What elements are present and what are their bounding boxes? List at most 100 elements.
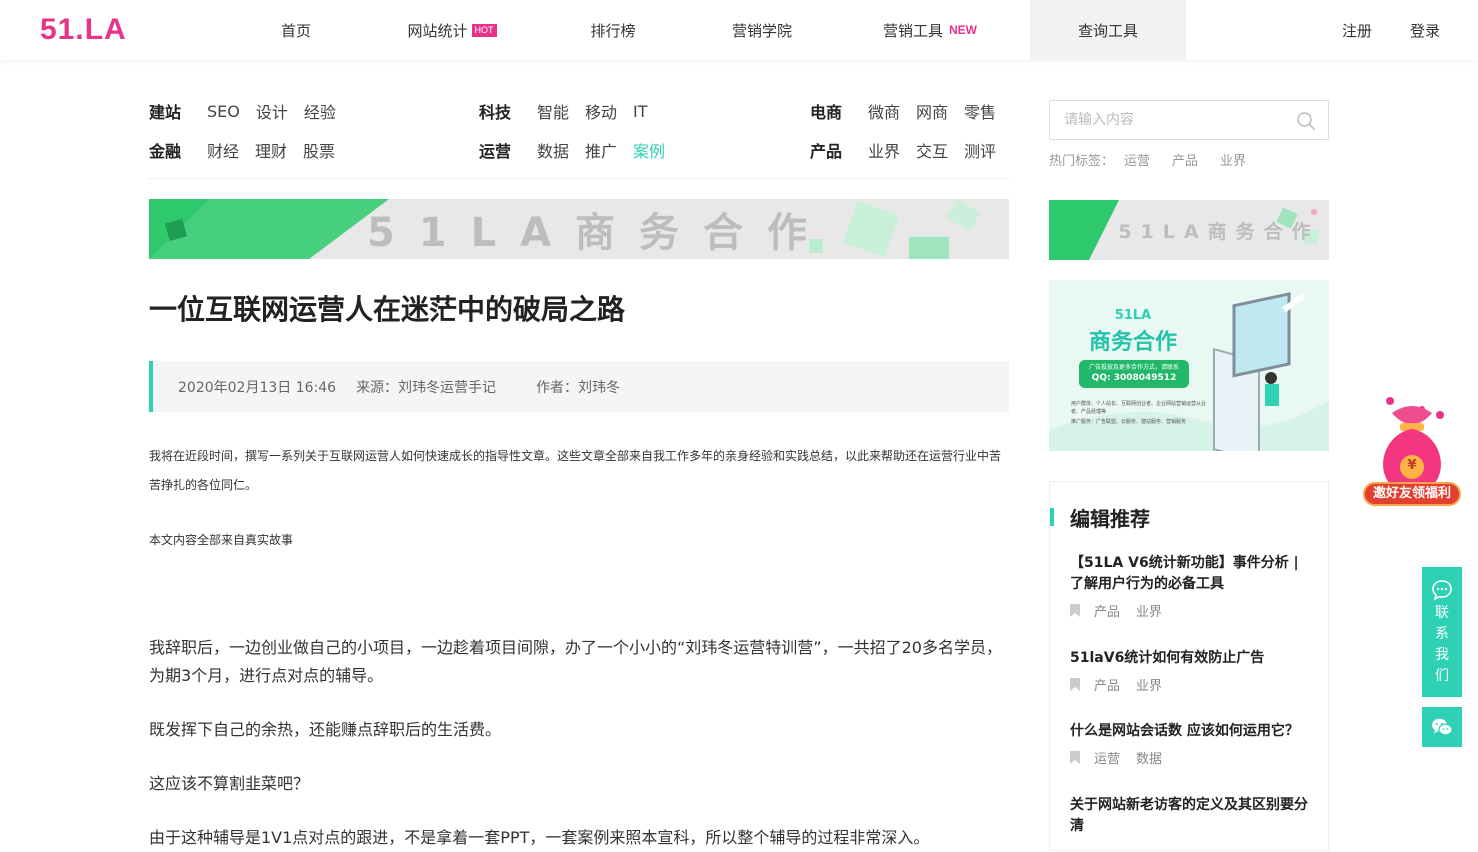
category-head[interactable]: 科技 [479, 99, 511, 123]
category-group-product: 产品 业界 交互 测评 [810, 138, 996, 162]
recommend-tag[interactable]: 业界 [1136, 601, 1162, 620]
category-head[interactable]: 金融 [149, 138, 181, 162]
recommend-tag[interactable]: 业界 [1136, 675, 1162, 694]
category-link[interactable]: 微商 [868, 99, 900, 123]
editor-recommend-box: 编辑推荐 【51LA V6统计新功能】事件分析 | 了解用户行为的必备工具 产品… [1049, 481, 1329, 851]
category-head[interactable]: 电商 [810, 99, 842, 123]
article-paragraph: 我辞职后，一边创业做自己的小项目，一边趁着项目间隙，办了一个小小的“刘玮冬运营特… [149, 638, 1002, 685]
nav-home[interactable]: 首页 [220, 0, 372, 60]
category-group-finance: 金融 财经 理财 股票 [149, 138, 351, 162]
category-link[interactable]: 测评 [964, 138, 996, 162]
recommend-tag[interactable]: 产品 [1094, 601, 1120, 620]
gift-label: 邀好友领福利 [1372, 486, 1451, 501]
article-paragraph: 由于这种辅导是1V1点对点的跟进，不是拿着一套PPT，一套案例来照本宣科，所以整… [149, 828, 930, 847]
category-group-tech: 科技 智能 移动 IT [479, 99, 664, 123]
business-cooperation-banner[interactable]: 51LA商务合作 [149, 199, 1009, 259]
category-group-build: 建站 SEO 设计 经验 [149, 99, 352, 123]
article-author: 作者：刘玮冬 [536, 379, 621, 396]
recommend-tags: 产品 业界 [1070, 675, 1315, 694]
article-paragraph: 这应该不算割韭菜吧？ [149, 774, 310, 793]
recommend-header: 编辑推荐 [1050, 506, 1150, 531]
nav-ranking[interactable]: 排行榜 [532, 0, 694, 60]
category-link[interactable]: 智能 [537, 99, 569, 123]
nav-site-stats[interactable]: 网站统计 HOT [372, 0, 532, 60]
new-badge: NEW [949, 23, 977, 37]
category-group-ecommerce: 电商 微商 网商 零售 [810, 99, 996, 123]
wechat-button[interactable] [1422, 707, 1462, 747]
category-link[interactable]: 经验 [304, 99, 336, 123]
category-link[interactable]: SEO [207, 102, 240, 121]
contact-char: 系 [1435, 626, 1449, 642]
wechat-icon [1432, 718, 1453, 736]
article-note: 本文内容全部来自真实故事 [149, 533, 294, 547]
ad-brand: 51LA [1114, 308, 1152, 323]
register-link[interactable]: 注册 [1342, 0, 1372, 60]
ad-audience: 用户群体：个人站长、互联网创业者、企业网站营销运营从业者、产品经理等 [1071, 401, 1207, 415]
recommend-item-title[interactable]: 51laV6统计如何有效防止广告 [1070, 648, 1315, 669]
bookmark-icon [1070, 604, 1080, 617]
recommend-tag[interactable]: 产品 [1094, 675, 1120, 694]
banner-text: 51LA商务合作 [366, 210, 832, 256]
recommend-item[interactable]: 51laV6统计如何有效防止广告 产品 业界 [1070, 648, 1315, 694]
category-link[interactable]: 交互 [916, 138, 948, 162]
category-link[interactable]: 理财 [255, 138, 287, 162]
category-head[interactable]: 产品 [810, 138, 842, 162]
nav-query-tools[interactable]: 查询工具 [1030, 0, 1186, 60]
hot-tag[interactable]: 运营 [1124, 150, 1150, 169]
banner-text: 51LA商务合作 [1118, 220, 1320, 243]
article-date: 2020年02月13日 16:46 [178, 379, 337, 396]
category-head[interactable]: 建站 [149, 99, 181, 123]
nav-marketing-tools[interactable]: 营销工具 NEW [830, 0, 1030, 60]
category-link[interactable]: 推广 [585, 138, 617, 162]
recommend-item-title[interactable]: 关于网站新老访客的定义及其区别要分清 [1070, 795, 1315, 837]
category-head[interactable]: 运营 [479, 138, 511, 162]
contact-us-button[interactable]: 联 系 我 们 [1422, 567, 1462, 697]
main-nav: 首页 网站统计 HOT 排行榜 营销学院 营销工具 NEW 查询工具 [220, 0, 1186, 60]
hot-tags: 热门标签： 运营 产品 业界 [1049, 150, 1268, 169]
category-link[interactable]: 财经 [207, 138, 239, 162]
category-link[interactable]: 零售 [964, 99, 996, 123]
ad-title: 商务合作 [1088, 330, 1177, 355]
site-logo[interactable]: 51.LA [40, 15, 127, 45]
category-link[interactable]: 移动 [585, 99, 617, 123]
hot-tag[interactable]: 业界 [1220, 150, 1246, 169]
recommend-tags: 产品 业界 [1070, 601, 1315, 620]
category-link[interactable]: 网商 [916, 99, 948, 123]
recommend-tags: 运营 数据 [1070, 748, 1315, 767]
gift-symbol: ¥ [1407, 458, 1417, 473]
accent-bar [1050, 508, 1054, 526]
category-link-active[interactable]: 案例 [633, 138, 665, 162]
recommend-item[interactable]: 【51LA V6统计新功能】事件分析 | 了解用户行为的必备工具 产品 业界 [1070, 553, 1315, 620]
article-intro: 我将在近段时间，撰写一系列关于互联网运营人如何快速成长的指导性文章。这些文章全部… [149, 449, 1002, 492]
search-input[interactable] [1064, 112, 1294, 128]
bookmark-icon [1070, 751, 1080, 764]
category-link[interactable]: 股票 [303, 138, 335, 162]
search-icon[interactable] [1296, 111, 1316, 131]
recommend-tag[interactable]: 数据 [1136, 748, 1162, 767]
invite-friends-gift[interactable]: ¥ 邀好友领福利 [1362, 395, 1462, 510]
category-nav: 建站 SEO 设计 经验 科技 智能 移动 IT 电商 微商 网商 零售 金融 … [149, 95, 1009, 179]
hot-tags-label: 热门标签： [1049, 154, 1115, 169]
category-link[interactable]: 数据 [537, 138, 569, 162]
contact-char: 我 [1435, 647, 1449, 663]
contact-char: 们 [1435, 668, 1449, 684]
hot-tag[interactable]: 产品 [1172, 150, 1198, 169]
recommend-tag[interactable]: 运营 [1094, 748, 1120, 767]
article-paragraph: 既发挥下自己的余热，还能赚点辞职后的生活费。 [149, 720, 502, 739]
recommend-title: 编辑推荐 [1070, 506, 1150, 531]
recommend-item-title[interactable]: 【51LA V6统计新功能】事件分析 | 了解用户行为的必备工具 [1070, 553, 1315, 595]
login-link[interactable]: 登录 [1410, 0, 1440, 60]
chat-bubble-icon [1432, 580, 1452, 601]
category-link[interactable]: 业界 [868, 138, 900, 162]
category-link[interactable]: IT [633, 102, 648, 121]
article-title: 一位互联网运营人在迷茫中的破局之路 [149, 293, 626, 326]
ad-contact-button[interactable]: 广告投放及更多合作方式，请联系 QQ: 3008049512 [1079, 360, 1189, 388]
recommend-item-title[interactable]: 什么是网站会话数 应该如何运用它？ [1070, 721, 1315, 742]
nav-marketing-academy[interactable]: 营销学院 [694, 0, 830, 60]
ad-services: 推广服务：广告联盟、云服务、建站服务、营销服务 [1071, 419, 1187, 425]
recommend-item[interactable]: 什么是网站会话数 应该如何运用它？ 运营 数据 [1070, 721, 1315, 767]
recommend-item[interactable]: 关于网站新老访客的定义及其区别要分清 [1070, 795, 1315, 837]
business-ad-card[interactable]: 51LA 商务合作 广告投放及更多合作方式，请联系 QQ: 3008049512… [1049, 280, 1329, 451]
side-cooperation-banner[interactable]: 51LA商务合作 [1049, 200, 1329, 260]
category-link[interactable]: 设计 [256, 99, 288, 123]
